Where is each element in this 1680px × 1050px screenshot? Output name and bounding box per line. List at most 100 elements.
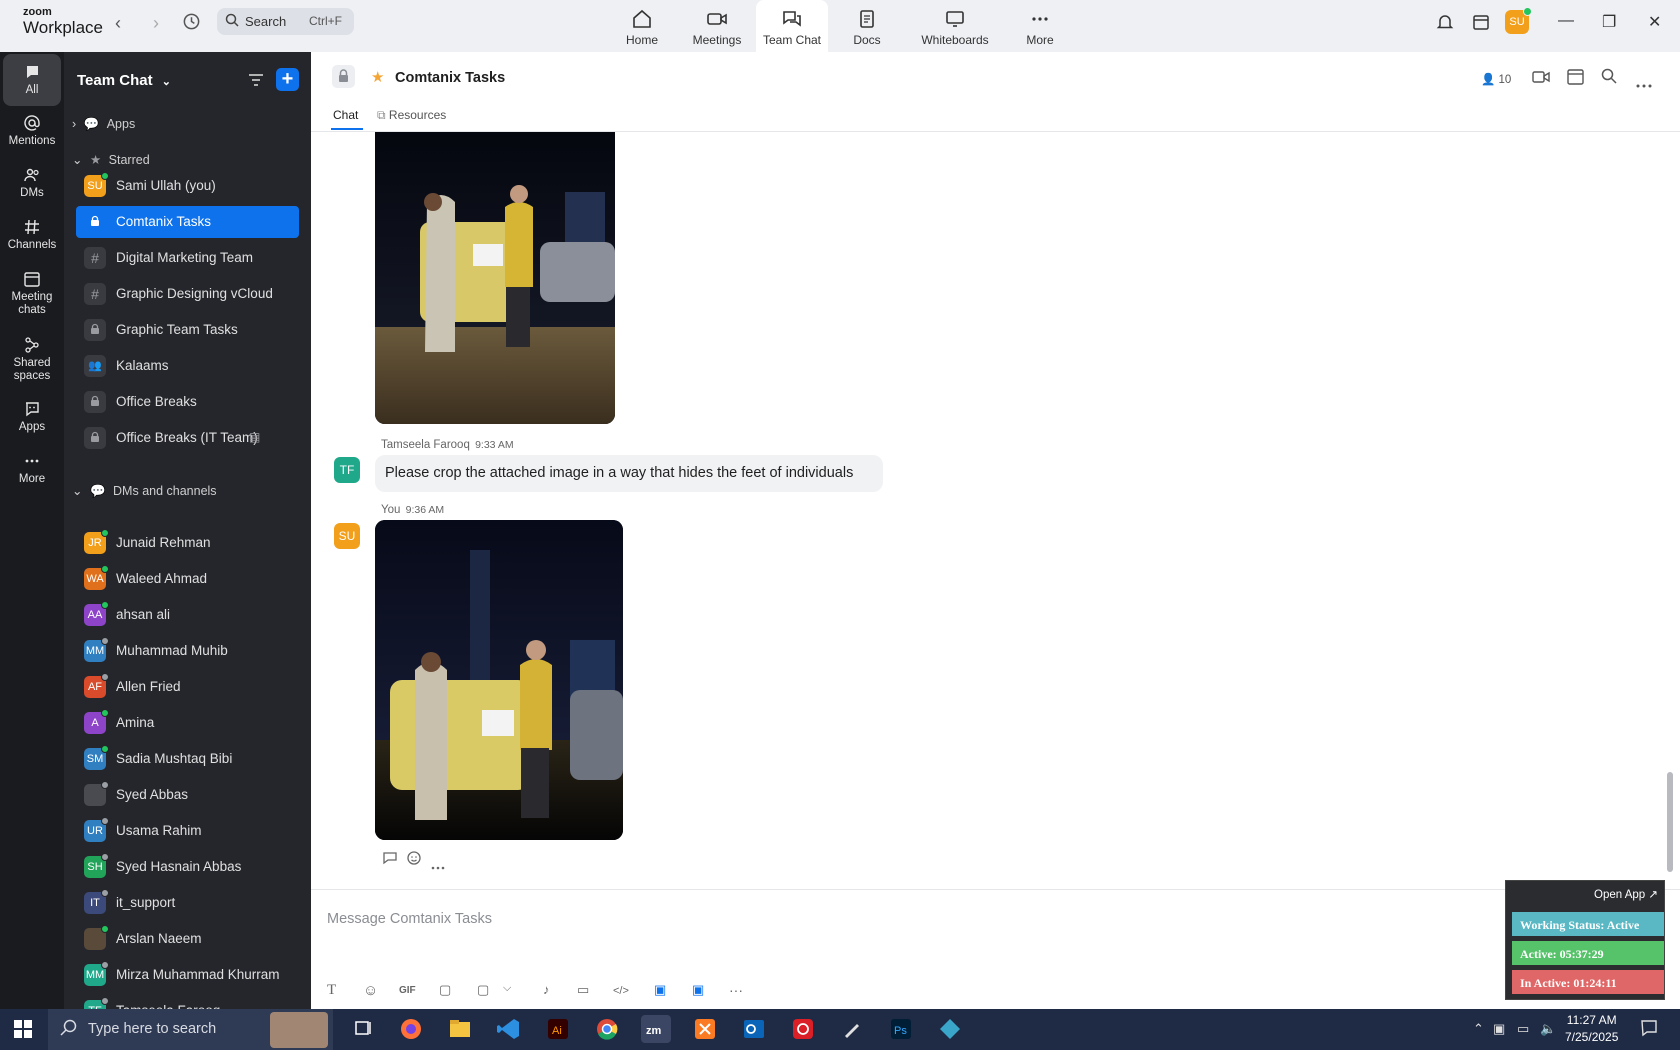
tab-resources[interactable]: ⧉ Resources bbox=[377, 108, 446, 123]
audio-icon[interactable]: ♪ bbox=[543, 982, 550, 997]
sidebar-item[interactable]: A Amina bbox=[76, 707, 299, 739]
tray-display-icon[interactable]: ▣ bbox=[1493, 1021, 1505, 1037]
user-avatar[interactable]: SU bbox=[1505, 7, 1532, 34]
member-count[interactable]: 👤 10 bbox=[1481, 72, 1511, 86]
gif-icon[interactable]: GIF bbox=[399, 985, 416, 996]
section-apps[interactable]: › 💬 Apps bbox=[72, 117, 135, 132]
sidebar-item[interactable]: AF Allen Fried bbox=[76, 671, 299, 703]
sidebar-item[interactable]: Office Breaks bbox=[76, 386, 299, 418]
notifications-icon[interactable] bbox=[1640, 1019, 1658, 1040]
emoji-icon[interactable]: ☺ bbox=[363, 982, 378, 999]
sidebar-item[interactable]: SM Sadia Mushtaq Bibi bbox=[76, 743, 299, 775]
outlook-icon[interactable] bbox=[739, 1015, 769, 1043]
reply-icon[interactable] bbox=[382, 851, 398, 870]
sidebar-item[interactable]: WA Waleed Ahmad bbox=[76, 563, 299, 595]
tray-chevron-icon[interactable]: ⌃ bbox=[1473, 1021, 1484, 1037]
volume-icon[interactable]: 🔈 bbox=[1540, 1021, 1556, 1037]
sidebar-item[interactable]: Office Breaks (IT Team) ▤ bbox=[76, 422, 299, 454]
compose-button[interactable]: + bbox=[276, 68, 299, 91]
rail-channels[interactable]: Channels bbox=[3, 218, 61, 251]
firefox-icon[interactable] bbox=[396, 1015, 426, 1043]
xampp-icon[interactable] bbox=[690, 1015, 720, 1043]
sidebar-item[interactable]: # Digital Marketing Team bbox=[76, 242, 299, 274]
nav-home[interactable]: Home bbox=[606, 0, 678, 52]
illustrator-icon[interactable]: Ai bbox=[543, 1015, 573, 1043]
section-dms-channels[interactable]: ⌄ 💬 DMs and channels bbox=[72, 483, 217, 499]
sidebar-item[interactable]: AA ahsan ali bbox=[76, 599, 299, 631]
file-explorer-icon[interactable] bbox=[445, 1015, 475, 1043]
app-shortcut-icon[interactable]: ▣ bbox=[692, 982, 704, 998]
screenshot-icon[interactable]: ▢ bbox=[477, 982, 489, 998]
network-icon[interactable]: ▭ bbox=[1517, 1021, 1529, 1037]
creative-cloud-icon[interactable] bbox=[788, 1015, 818, 1043]
forward-arrow-icon[interactable]: › bbox=[153, 13, 159, 34]
chevron-down-icon[interactable]: ⌵ bbox=[503, 982, 511, 995]
filter-icon[interactable] bbox=[248, 73, 264, 92]
taskbar-search[interactable]: Type here to search bbox=[48, 1009, 333, 1050]
app-diamond-icon[interactable] bbox=[935, 1015, 965, 1043]
sidebar-item[interactable]: # Graphic Designing vCloud bbox=[76, 278, 299, 310]
maximize-icon[interactable]: ❐ bbox=[1602, 12, 1616, 32]
sidebar-item[interactable]: MM Muhammad Muhib bbox=[76, 635, 299, 667]
rail-all[interactable]: All bbox=[3, 54, 61, 106]
sidebar-title[interactable]: Team Chat ⌄ bbox=[77, 72, 171, 89]
minimize-icon[interactable]: — bbox=[1558, 12, 1574, 30]
task-view-icon[interactable] bbox=[348, 1015, 378, 1043]
open-app-link[interactable]: Open App ↗ bbox=[1594, 887, 1658, 901]
pen-tool-icon[interactable] bbox=[837, 1015, 867, 1043]
chat-scrollbar[interactable] bbox=[1667, 772, 1673, 872]
format-text-icon[interactable]: T bbox=[327, 982, 336, 999]
sidebar-item[interactable]: Graphic Team Tasks bbox=[76, 314, 299, 346]
more-options-icon[interactable] bbox=[1636, 75, 1652, 93]
sender-avatar[interactable]: TF bbox=[334, 457, 360, 483]
message-bubble[interactable]: Please crop the attached image in a way … bbox=[375, 455, 883, 492]
rail-apps[interactable]: Apps bbox=[3, 400, 61, 433]
app-shortcut-icon[interactable]: ▣ bbox=[654, 982, 666, 998]
nav-team-chat[interactable]: Team Chat bbox=[756, 0, 828, 52]
attached-image[interactable] bbox=[375, 520, 623, 840]
back-arrow-icon[interactable]: ‹ bbox=[115, 13, 121, 34]
composer-more-icon[interactable]: ··· bbox=[729, 982, 743, 998]
sidebar-item[interactable]: 👥 Kalaams bbox=[76, 350, 299, 382]
windows-start-icon[interactable] bbox=[14, 1020, 32, 1043]
calendar-app-icon[interactable] bbox=[1472, 13, 1490, 36]
sidebar-item[interactable]: MM Mirza Muhammad Khurram bbox=[76, 959, 299, 991]
rail-dms[interactable]: DMs bbox=[3, 166, 61, 199]
close-icon[interactable]: ✕ bbox=[1648, 12, 1661, 32]
taskbar-clock[interactable]: 11:27 AM 7/25/2025 bbox=[1565, 1013, 1618, 1044]
history-icon[interactable] bbox=[182, 12, 201, 36]
star-icon[interactable]: ★ bbox=[371, 68, 384, 86]
section-starred[interactable]: ⌄ ★ Starred bbox=[72, 152, 150, 167]
sidebar-item[interactable]: IT it_support bbox=[76, 887, 299, 919]
file-icon[interactable]: ▢ bbox=[439, 982, 451, 998]
zoom-app-icon[interactable]: zm bbox=[641, 1015, 671, 1043]
bell-icon[interactable] bbox=[1436, 13, 1454, 36]
message-input[interactable] bbox=[327, 908, 1437, 930]
attached-image[interactable] bbox=[375, 132, 615, 424]
chrome-icon[interactable] bbox=[592, 1015, 622, 1043]
video-message-icon[interactable]: ▭ bbox=[577, 982, 589, 998]
rail-mentions[interactable]: Mentions bbox=[3, 114, 61, 147]
sidebar-item[interactable]: Syed Abbas bbox=[76, 779, 299, 811]
sidebar-item[interactable]: UR Usama Rahim bbox=[76, 815, 299, 847]
message-more-icon[interactable] bbox=[431, 857, 445, 875]
nav-whiteboards[interactable]: Whiteboards bbox=[919, 0, 991, 52]
add-reaction-icon[interactable] bbox=[406, 850, 422, 871]
nav-meetings[interactable]: Meetings bbox=[681, 0, 753, 52]
sidebar-item[interactable]: JR Junaid Rehman bbox=[76, 527, 299, 559]
nav-more[interactable]: More bbox=[1004, 0, 1076, 52]
photoshop-icon[interactable]: Ps bbox=[886, 1015, 916, 1043]
vscode-icon[interactable] bbox=[494, 1015, 524, 1043]
sender-name[interactable]: Tamseela Farooq bbox=[381, 439, 470, 451]
calendar-icon[interactable] bbox=[1567, 68, 1584, 90]
sidebar-item[interactable]: Comtanix Tasks bbox=[76, 206, 299, 238]
sender-avatar[interactable]: SU bbox=[334, 523, 360, 549]
channel-title[interactable]: Comtanix Tasks bbox=[395, 70, 505, 86]
rail-more[interactable]: More bbox=[3, 452, 61, 485]
search-icon[interactable] bbox=[1601, 68, 1617, 89]
sidebar-item[interactable]: SU Sami Ullah (you) bbox=[76, 170, 299, 202]
rail-meeting-chats[interactable]: Meeting chats bbox=[3, 270, 61, 317]
nav-docs[interactable]: Docs bbox=[831, 0, 903, 52]
video-call-icon[interactable] bbox=[1532, 70, 1550, 89]
rail-shared-spaces[interactable]: Shared spaces bbox=[3, 336, 61, 383]
